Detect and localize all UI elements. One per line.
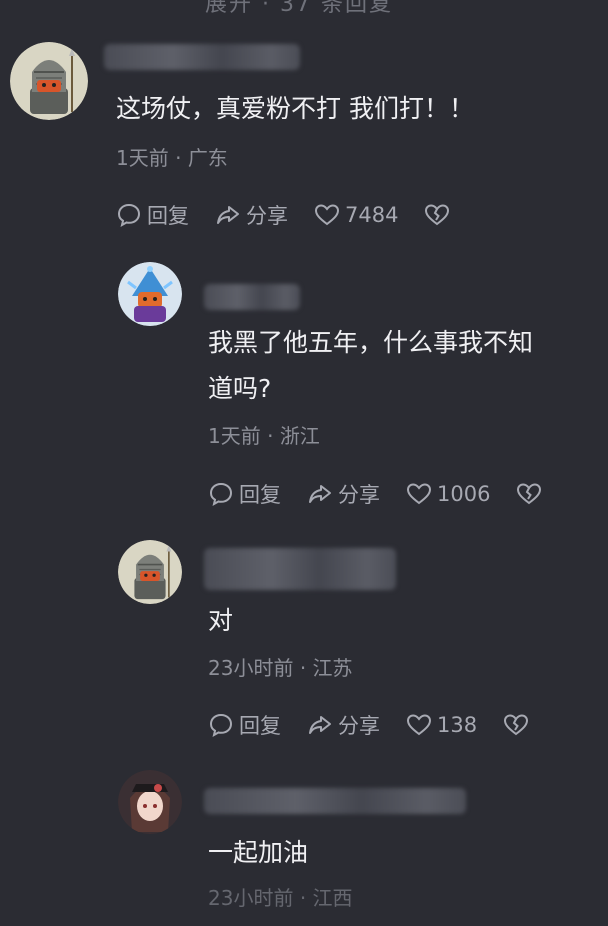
meta-separator: · bbox=[299, 886, 313, 910]
meta-separator: · bbox=[267, 424, 280, 448]
avatar[interactable] bbox=[118, 262, 182, 326]
anime-girl-avatar-icon bbox=[118, 770, 182, 834]
heart-icon bbox=[406, 714, 432, 736]
chat-bubble-icon bbox=[117, 203, 141, 227]
comment-time: 23小时前 bbox=[208, 886, 294, 910]
comment-meta: 23小时前 · 江苏 bbox=[208, 652, 353, 681]
comment-actions: 回复 分享 7484 bbox=[116, 200, 450, 230]
dislike-button[interactable] bbox=[516, 481, 542, 507]
like-count: 138 bbox=[437, 713, 478, 737]
comment-meta: 1天前 · 浙江 bbox=[208, 420, 320, 449]
reply-button[interactable]: 回复 bbox=[116, 200, 189, 230]
meta-separator: · bbox=[299, 656, 313, 680]
knight-avatar-icon bbox=[10, 42, 88, 120]
comment-text: 这场仗，真爱粉不打 我们打！！ bbox=[116, 94, 474, 123]
comment-text: 对 bbox=[208, 606, 234, 635]
broken-heart-icon bbox=[425, 204, 450, 226]
broken-heart-icon bbox=[504, 714, 529, 736]
comment-time: 1天前 bbox=[116, 146, 169, 170]
meta-separator: · bbox=[175, 146, 188, 170]
avatar[interactable] bbox=[118, 770, 182, 834]
heart-icon bbox=[314, 204, 340, 226]
like-button[interactable]: 1006 bbox=[406, 481, 490, 507]
dislike-button[interactable] bbox=[503, 712, 529, 738]
reply-label: 回复 bbox=[147, 204, 189, 228]
comment-location: 江苏 bbox=[312, 656, 353, 680]
reply-label: 回复 bbox=[239, 714, 281, 738]
comment-text: 一起加油 bbox=[208, 838, 309, 867]
share-arrow-icon bbox=[309, 716, 331, 734]
broken-heart-icon bbox=[517, 483, 542, 505]
share-button[interactable]: 分享 bbox=[215, 200, 288, 230]
share-button[interactable]: 分享 bbox=[307, 710, 380, 740]
heart-icon bbox=[406, 483, 432, 505]
comment-text-line-2: 道吗? bbox=[208, 374, 272, 403]
reply-button[interactable]: 回复 bbox=[208, 710, 281, 740]
username-blurred[interactable] bbox=[204, 284, 300, 310]
username-blurred[interactable] bbox=[204, 548, 396, 590]
share-button[interactable]: 分享 bbox=[307, 479, 380, 509]
like-button[interactable]: 7484 bbox=[314, 202, 398, 228]
dislike-button[interactable] bbox=[424, 202, 450, 228]
collapsed-replies-hint[interactable]: 展开 · 37 条回复 bbox=[205, 0, 393, 18]
chat-bubble-icon bbox=[209, 482, 233, 506]
comment-meta: 23小时前 · 江西 bbox=[208, 882, 353, 911]
comment-location: 广东 bbox=[187, 146, 228, 170]
username-blurred[interactable] bbox=[104, 44, 300, 70]
reply-button[interactable]: 回复 bbox=[208, 479, 281, 509]
comment-location: 浙江 bbox=[279, 424, 320, 448]
chat-bubble-icon bbox=[209, 713, 233, 737]
comment-time: 23小时前 bbox=[208, 656, 294, 680]
username-blurred[interactable] bbox=[204, 788, 466, 814]
share-label: 分享 bbox=[338, 483, 380, 507]
like-count: 1006 bbox=[437, 482, 491, 506]
comment-location: 江西 bbox=[312, 886, 353, 910]
share-arrow-icon bbox=[309, 485, 331, 503]
comment-time: 1天前 bbox=[208, 424, 261, 448]
avatar[interactable] bbox=[10, 42, 88, 120]
comment-meta: 1天前 · 广东 bbox=[116, 142, 228, 171]
share-label: 分享 bbox=[246, 204, 288, 228]
knight-avatar-icon bbox=[118, 540, 182, 604]
share-arrow-icon bbox=[217, 206, 239, 224]
reply-label: 回复 bbox=[239, 483, 281, 507]
like-button[interactable]: 138 bbox=[406, 712, 477, 738]
mage-avatar-icon bbox=[118, 262, 182, 326]
comment-text-line-1: 我黑了他五年，什么事我不知 bbox=[208, 328, 534, 357]
like-count: 7484 bbox=[345, 203, 399, 227]
comment-actions: 回复 分享 1006 bbox=[208, 479, 542, 509]
share-label: 分享 bbox=[338, 714, 380, 738]
comment-actions: 回复 分享 138 bbox=[208, 710, 529, 740]
avatar[interactable] bbox=[118, 540, 182, 604]
